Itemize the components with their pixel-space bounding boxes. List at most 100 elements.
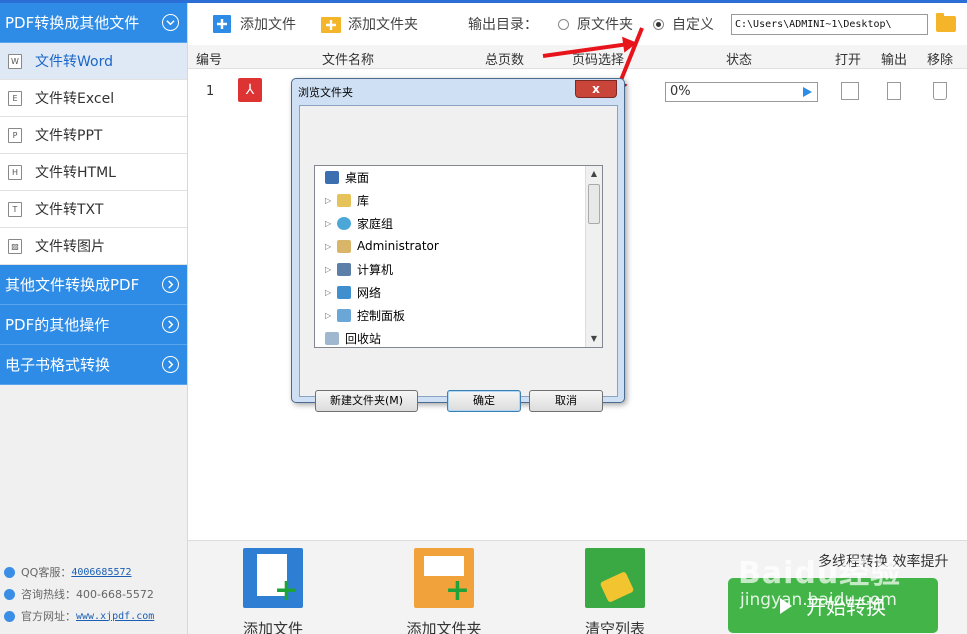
site-link[interactable]: www.xjpdf.com [76, 611, 154, 622]
section-title: 电子书格式转换 [5, 356, 111, 374]
col-pages: 总页数 [485, 53, 525, 68]
tree-item-control-panel[interactable]: ▷ 控制面板 [315, 304, 405, 326]
add-folder-button[interactable]: 添加文件夹 [320, 14, 418, 34]
bottom-add-file-button[interactable]: + 添加文件 [223, 548, 323, 634]
image-file-icon: ▨ [8, 238, 22, 254]
folder-tree[interactable]: 桌面 ▷ 库 ▷ 家庭组 ▷ Administrator ▷ 计算机 ▷ 网络 … [314, 165, 603, 348]
sidebar-section-ebook[interactable]: 电子书格式转换 [0, 345, 187, 385]
site-label: 官方网址： [21, 610, 76, 623]
section-title: PDF转换成其他文件 [5, 14, 140, 32]
excel-file-icon: E [8, 90, 22, 106]
add-folder-label: 添加文件夹 [348, 17, 418, 33]
sidebar-item-to-word[interactable]: W 文件转Word [0, 43, 187, 80]
expand-icon[interactable]: ▷ [325, 288, 335, 297]
recycle-bin-icon [325, 331, 339, 345]
sidebar-item-label: 文件转HTML [35, 165, 116, 181]
tree-item-desktop[interactable]: 桌面 [315, 166, 369, 188]
radio-original-folder[interactable] [558, 18, 569, 30]
watermark-logo: Baidu经验 [738, 556, 902, 591]
sidebar-item-to-image[interactable]: ▨ 文件转图片 [0, 228, 187, 265]
tree-item-library[interactable]: ▷ 库 [315, 189, 369, 211]
radio-custom-folder[interactable] [653, 18, 664, 30]
bottom-clear-list-button[interactable]: 清空列表 [565, 548, 665, 634]
cancel-button[interactable]: 取消 [529, 390, 603, 412]
qq-label: QQ客服： [21, 566, 72, 579]
col-index: 编号 [196, 53, 223, 68]
add-file-label: 添加文件 [240, 17, 296, 33]
chevron-right-icon [162, 276, 179, 293]
progress-status: 0% [665, 82, 818, 102]
website-row: 官方网址： www.xjpdf.com [4, 605, 184, 627]
sidebar-item-to-ppt[interactable]: P 文件转PPT [0, 117, 187, 154]
tree-item-homegroup[interactable]: ▷ 家庭组 [315, 212, 393, 234]
trash-icon[interactable] [933, 82, 947, 100]
row-index: 1 [206, 84, 215, 99]
expand-icon[interactable]: ▷ [325, 311, 335, 320]
col-open: 打开 [835, 53, 862, 68]
add-file-button[interactable]: 添加文件 [212, 14, 296, 34]
user-folder-icon [337, 239, 351, 253]
ppt-file-icon: P [8, 127, 22, 143]
expand-icon[interactable]: ▷ [325, 242, 335, 251]
qq-support-row: QQ客服： 4006685572 [4, 561, 184, 583]
col-filename: 文件名称 [322, 53, 375, 68]
tree-item-label: 网络 [357, 285, 382, 300]
radio-original-label: 原文件夹 [577, 17, 633, 33]
control-panel-icon [337, 308, 351, 322]
scroll-down-icon[interactable]: ▼ [586, 331, 602, 347]
bottom-clear-list-label: 清空列表 [584, 620, 645, 634]
close-icon[interactable]: x [575, 80, 617, 98]
sidebar-item-to-html[interactable]: H 文件转HTML [0, 154, 187, 191]
qq-link[interactable]: 4006685572 [71, 567, 131, 578]
desktop-icon [325, 170, 339, 184]
hotline-text: 咨询热线：400-668-5572 [21, 588, 154, 601]
bottom-add-folder-button[interactable]: + 添加文件夹 [394, 548, 494, 634]
pdf-file-icon: ⅄ [238, 78, 262, 102]
output-path-input[interactable] [731, 13, 928, 35]
sidebar-section-other-to-pdf[interactable]: 其他文件转换成PDF [0, 265, 187, 305]
bottom-add-folder-label: 添加文件夹 [406, 620, 482, 634]
scroll-thumb[interactable] [588, 184, 600, 224]
scroll-up-icon[interactable]: ▲ [586, 166, 602, 182]
tree-item-recycle-bin[interactable]: 回收站 [315, 327, 382, 347]
chevron-right-icon [162, 316, 179, 333]
col-remove: 移除 [927, 53, 954, 68]
sidebar-section-pdf-other-ops[interactable]: PDF的其他操作 [0, 305, 187, 345]
watermark-url: jingyan.baidu.com [740, 590, 897, 610]
expand-icon[interactable]: ▷ [325, 219, 335, 228]
dialog-body: 桌面 ▷ 库 ▷ 家庭组 ▷ Administrator ▷ 计算机 ▷ 网络 … [299, 105, 618, 412]
sidebar-item-label: 文件转图片 [35, 239, 105, 255]
section-title: 其他文件转换成PDF [5, 276, 140, 294]
sidebar-item-label: 文件转TXT [35, 202, 104, 218]
new-folder-button[interactable]: 新建文件夹(M) [315, 390, 418, 412]
bottom-add-file-label: 添加文件 [242, 620, 303, 634]
sidebar-section-pdf-to-other[interactable]: PDF转换成其他文件 [0, 3, 187, 43]
tree-item-computer[interactable]: ▷ 计算机 [315, 258, 393, 280]
tree-item-administrator[interactable]: ▷ Administrator [315, 235, 439, 257]
tree-item-label: 计算机 [357, 262, 394, 277]
play-icon[interactable] [803, 87, 812, 97]
radio-custom-label: 自定义 [672, 17, 714, 33]
browse-folder-icon[interactable] [936, 13, 956, 32]
tree-scrollbar[interactable]: ▲ ▼ [585, 166, 602, 347]
sidebar-item-to-excel[interactable]: E 文件转Excel [0, 80, 187, 117]
tree-item-label: 桌面 [345, 170, 370, 185]
sidebar-item-to-txt[interactable]: T 文件转TXT [0, 191, 187, 228]
output-icon[interactable] [887, 82, 901, 100]
add-file-icon [212, 14, 232, 34]
tree-item-network[interactable]: ▷ 网络 [315, 281, 381, 303]
hotline-row: 咨询热线：400-668-5572 [4, 583, 184, 605]
network-icon [337, 285, 351, 299]
broom-icon [585, 548, 645, 608]
open-file-icon[interactable] [841, 82, 859, 100]
browse-folder-dialog: 浏览文件夹 x 桌面 ▷ 库 ▷ 家庭组 ▷ Administrator ▷ 计… [291, 78, 625, 412]
sidebar-item-label: 文件转Word [35, 54, 113, 70]
ok-button[interactable]: 确定 [447, 390, 521, 412]
expand-icon[interactable]: ▷ [325, 265, 335, 274]
qq-icon [4, 566, 15, 578]
tree-item-label: 回收站 [345, 331, 382, 346]
library-icon [337, 193, 351, 207]
txt-file-icon: T [8, 201, 22, 217]
sidebar-item-label: 文件转PPT [35, 128, 103, 144]
expand-icon[interactable]: ▷ [325, 196, 335, 205]
